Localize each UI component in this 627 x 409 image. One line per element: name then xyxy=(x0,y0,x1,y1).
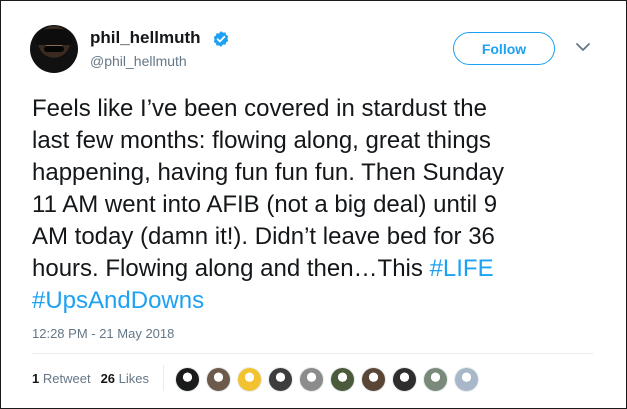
retweet-label: Retweet xyxy=(42,371,91,386)
tweet-card: phil_hellmuth @phil_hellmuth Follow Feel… xyxy=(0,0,627,409)
tweet-stats: 1 Retweet 26 Likes xyxy=(32,371,149,386)
liker-avatar[interactable] xyxy=(299,367,324,392)
liker-avatar[interactable] xyxy=(361,367,386,392)
liker-avatar[interactable] xyxy=(330,367,355,392)
liker-avatars xyxy=(175,367,479,392)
tweet-text: Feels like I’ve been covered in stardust… xyxy=(32,93,602,317)
author-handle[interactable]: @phil_hellmuth xyxy=(90,53,187,69)
hashtag-upsanddowns[interactable]: #UpsAndDowns xyxy=(32,287,204,314)
stats-separator xyxy=(163,365,164,391)
liker-avatar[interactable] xyxy=(454,367,479,392)
follow-button[interactable]: Follow xyxy=(453,32,555,65)
avatar-cap xyxy=(36,29,72,45)
author-display-name[interactable]: phil_hellmuth xyxy=(90,28,201,48)
liker-avatar[interactable] xyxy=(206,367,231,392)
chevron-down-icon[interactable] xyxy=(575,41,591,53)
avatar-glasses xyxy=(44,46,64,52)
tweet-timestamp[interactable]: 12:28 PM - 21 May 2018 xyxy=(32,326,174,341)
retweet-count: 1 xyxy=(32,371,40,386)
avatar[interactable] xyxy=(30,25,78,73)
liker-avatar[interactable] xyxy=(392,367,417,392)
likes-stat[interactable]: 26 Likes xyxy=(101,371,149,386)
liker-avatar[interactable] xyxy=(237,367,262,392)
liker-avatar[interactable] xyxy=(423,367,448,392)
liker-avatar[interactable] xyxy=(268,367,293,392)
liker-avatar[interactable] xyxy=(175,367,200,392)
likes-count: 26 xyxy=(100,371,116,386)
divider xyxy=(32,353,593,354)
retweet-stat[interactable]: 1 Retweet xyxy=(32,371,91,386)
tweet-body: Feels like I’ve been covered in stardust… xyxy=(32,95,504,282)
verified-badge-icon xyxy=(213,31,229,47)
likes-label: Likes xyxy=(118,371,150,386)
hashtag-life[interactable]: #LIFE xyxy=(430,255,494,282)
